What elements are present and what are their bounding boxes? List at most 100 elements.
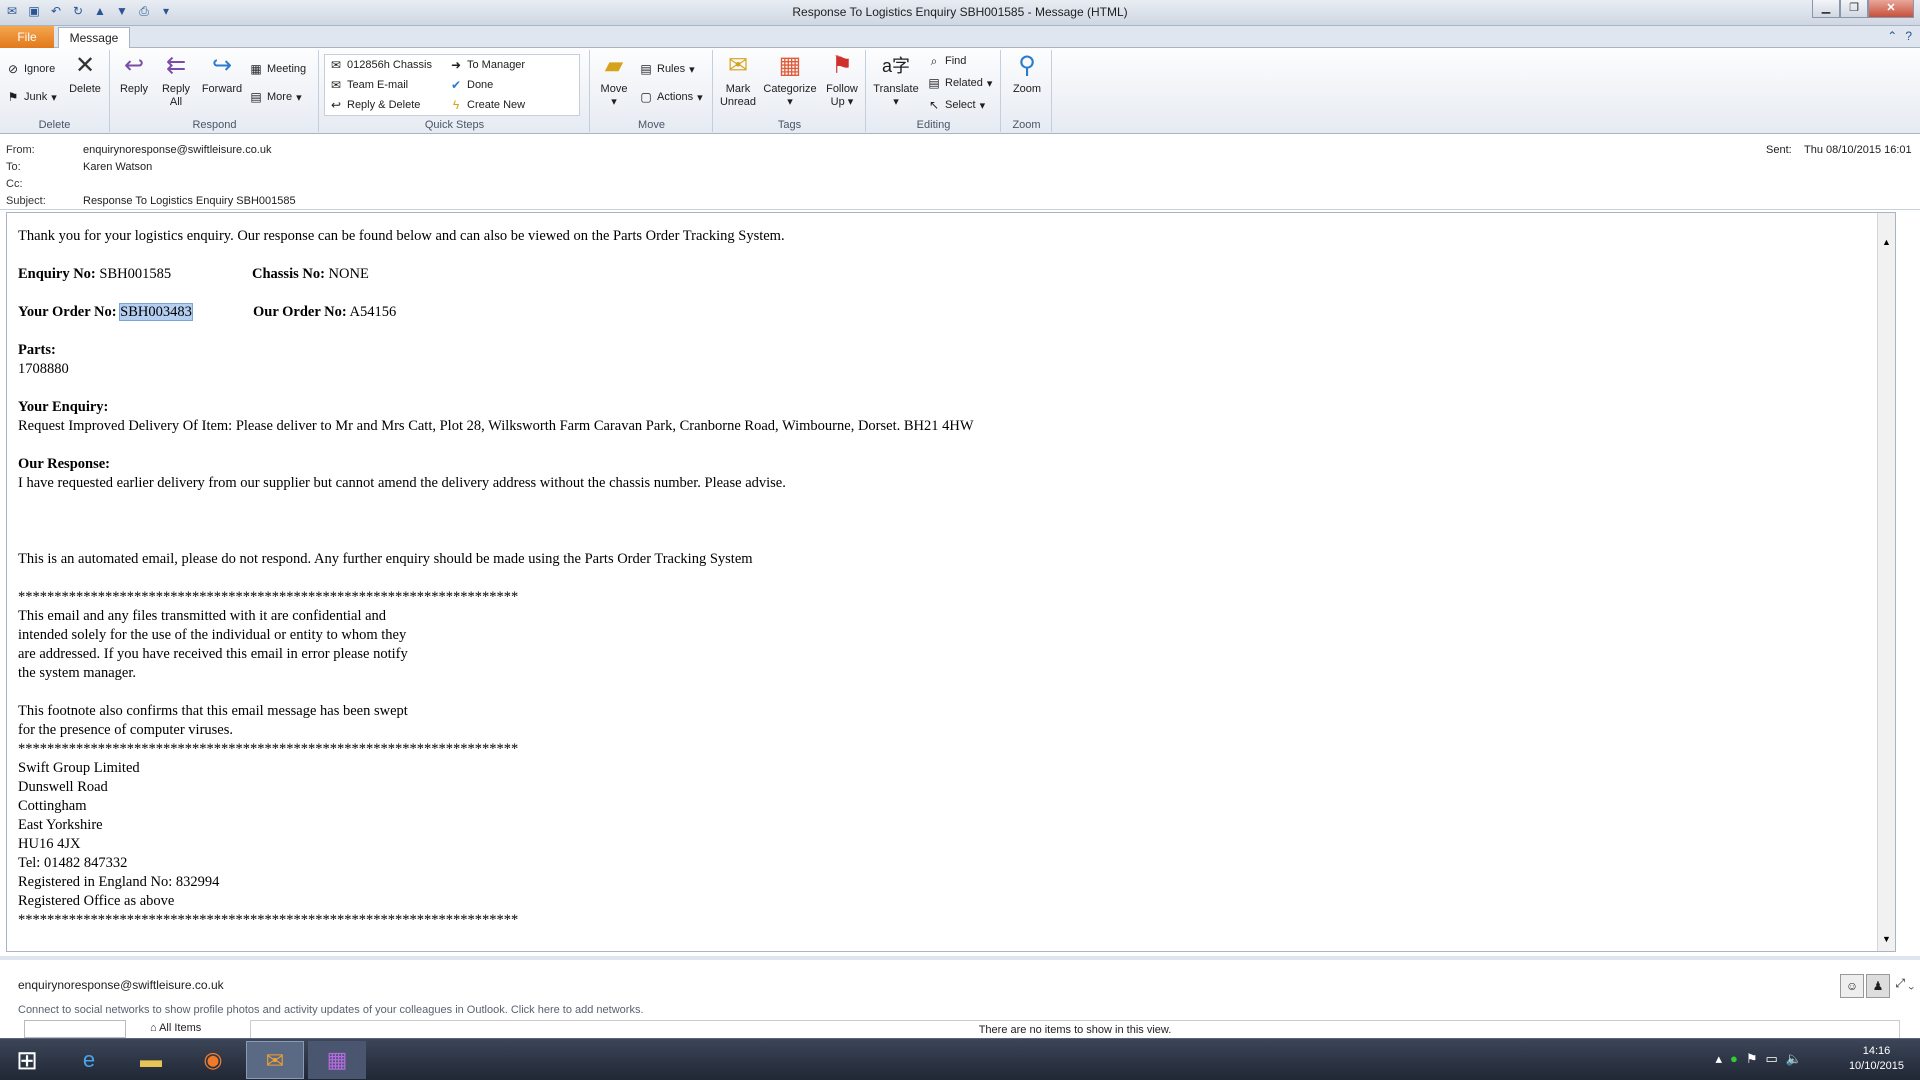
delete-button[interactable]: ✕ Delete — [64, 52, 106, 96]
scroll-up-icon[interactable]: ▲ — [1878, 233, 1895, 252]
person-icon[interactable]: ♟ — [1866, 974, 1890, 998]
junk-button[interactable]: ⚑ Junk ▾ — [6, 90, 57, 104]
envelope-icon: ✉ — [727, 52, 749, 79]
quickstep-chassis[interactable]: ✉ 012856h Chassis — [329, 58, 432, 72]
zoom-button[interactable]: ⚲ Zoom — [1006, 52, 1048, 96]
related-button[interactable]: ▤ Related ▾ — [927, 76, 992, 90]
check-icon: ✔ — [450, 78, 462, 92]
minimize-button[interactable]: ▁ — [1812, 0, 1840, 18]
chassis-number: NONE — [328, 266, 369, 282]
follow-up-button[interactable]: ⚑ Follow Up ▾ — [822, 52, 862, 109]
automated-notice: This is an automated email, please do no… — [18, 551, 753, 567]
firefox-icon[interactable]: ◉ — [184, 1041, 242, 1079]
group-label-editing: Editing — [916, 119, 951, 131]
start-button[interactable]: ⊞ — [0, 1041, 54, 1079]
rules-icon: ▤ — [640, 62, 652, 76]
our-response-block: Our Response: I have requested earlier de… — [18, 456, 786, 491]
group-tags: ✉ Mark Unread ▦ Categorize ▾ ⚑ Follow Up ▾ Tag… — [714, 50, 866, 132]
our-order-number: A54156 — [349, 304, 397, 320]
reply-delete-icon: ↩ — [330, 98, 342, 112]
forward-icon: ↪ — [211, 52, 233, 79]
expand-icon[interactable]: ⤢ ⌄ — [1895, 976, 1914, 991]
explorer-icon[interactable]: ▬ — [122, 1041, 180, 1079]
quickstep-team-email[interactable]: ✉ Team E-mail — [329, 78, 408, 92]
people-pane-email[interactable]: enquirynoresponse@swiftleisure.co.uk — [18, 978, 224, 992]
quickstep-create-new[interactable]: ϟ Create New — [449, 98, 525, 112]
select-button[interactable]: ↖ Select ▾ — [927, 98, 985, 112]
taskbar: ⊞ e ▬ ◉ ✉ ▦ ▴●⚑▭🔈 14:16 10/10/2015 — [0, 1038, 1920, 1080]
rules-button[interactable]: ▤ Rules ▾ — [639, 62, 694, 76]
vertical-scrollbar[interactable]: ▲ ▼ — [1877, 213, 1895, 951]
window-controls: ▁ ❐ ✕ — [1812, 0, 1914, 18]
to-manager-icon: ➜ — [450, 58, 462, 72]
categorize-button[interactable]: ▦ Categorize ▾ — [762, 52, 818, 109]
window-title: Response To Logistics Enquiry SBH001585 … — [792, 5, 1128, 19]
minimize-ribbon-icon[interactable]: ⌃ — [1887, 29, 1897, 43]
divider-stars: ****************************************… — [18, 589, 519, 605]
close-button[interactable]: ✕ — [1868, 0, 1914, 18]
calendar-icon: ▦ — [250, 62, 262, 76]
divider-stars: ****************************************… — [18, 741, 519, 757]
app-taskbar-icon[interactable]: ▦ — [308, 1041, 366, 1079]
junk-icon: ⚑ — [7, 90, 19, 104]
subject-value: Response To Logistics Enquiry SBH001585 — [83, 195, 296, 207]
actions-button[interactable]: ▢ Actions ▾ — [639, 90, 702, 104]
quickstep-icon: ✉ — [330, 58, 342, 72]
cc-row: Cc: — [6, 178, 23, 190]
system-tray[interactable]: ▴●⚑▭🔈 — [1715, 1051, 1810, 1067]
tab-message[interactable]: Message — [58, 27, 130, 49]
clock[interactable]: 14:16 10/10/2015 — [1849, 1044, 1904, 1074]
translate-icon: a字 — [882, 56, 911, 76]
group-label-delete: Delete — [38, 119, 71, 131]
quickstep-reply-delete[interactable]: ↩ Reply & Delete — [329, 98, 420, 112]
find-button[interactable]: ⌕ Find — [927, 54, 967, 68]
from-value[interactable]: enquirynoresponse@swiftleisure.co.uk — [83, 144, 271, 156]
reply-all-button[interactable]: ⇇ Reply All — [157, 52, 195, 109]
group-respond: ↩ Reply ⇇ Reply All ↪ Forward ▦ Meeting ▤ More… — [111, 50, 319, 132]
reply-all-icon: ⇇ — [165, 52, 187, 79]
delete-icon: ✕ — [74, 52, 96, 79]
ignore-button[interactable]: ⊘ Ignore — [6, 62, 55, 76]
magnifier-icon: ⚲ — [1018, 52, 1036, 79]
group-move: ▰ Move ▾ ▤ Rules ▾ ▢ Actions ▾ Move — [591, 50, 713, 132]
ie-icon[interactable]: e — [60, 1041, 118, 1079]
cursor-icon: ↖ — [928, 98, 940, 112]
help-icon[interactable]: ? — [1905, 29, 1912, 43]
lightning-icon: ϟ — [452, 98, 460, 112]
translate-button[interactable]: a字 Translate ▾ — [871, 52, 921, 109]
quickstep-done[interactable]: ✔ Done — [449, 78, 493, 92]
mark-unread-button[interactable]: ✉ Mark Unread — [718, 52, 758, 109]
maximize-button[interactable]: ❐ — [1840, 0, 1868, 18]
group-quick-steps: ✉ 012856h Chassis ➜ To Manager ✉ Team E-mai… — [320, 50, 590, 132]
status-icon: ● — [1730, 1051, 1746, 1066]
to-value[interactable]: Karen Watson — [83, 161, 152, 173]
quickstep-to-manager[interactable]: ➜ To Manager — [449, 58, 525, 72]
subject-row: Subject: Response To Logistics Enquiry SB… — [6, 195, 296, 207]
scroll-down-icon[interactable]: ▼ — [1878, 930, 1895, 949]
parts-block: Parts: 1708880 — [18, 342, 69, 377]
forward-button[interactable]: ↪ Forward — [200, 52, 244, 96]
reply-button[interactable]: ↩ Reply — [117, 52, 151, 96]
company-address: Swift Group Limited Dunswell Road Cottin… — [18, 760, 220, 909]
your-enquiry-block: Your Enquiry: Request Improved Delivery O… — [18, 399, 974, 434]
outlook-taskbar-icon[interactable]: ✉ — [246, 1041, 304, 1079]
all-items-tab[interactable]: ⌂ All Items — [150, 1022, 201, 1034]
message-body[interactable]: Thank you for your logistics enquiry. Ou… — [6, 212, 1896, 952]
parts-value: 1708880 — [18, 361, 69, 377]
avatar-icon[interactable]: ☺ — [1840, 974, 1864, 998]
more-respond-button[interactable]: ▤ More ▾ — [249, 90, 301, 104]
no-items-message: There are no items to show in this view. — [250, 1020, 1900, 1040]
title-bar: ✉ ▣ ↶ ↻ ▲ ▼ ⎙ ▾ Response To Logistics En… — [0, 0, 1920, 26]
related-icon: ▤ — [928, 76, 940, 90]
your-order-number[interactable]: SBH003483 — [119, 303, 193, 321]
group-zoom: ⚲ Zoom Zoom — [1002, 50, 1052, 132]
meeting-button[interactable]: ▦ Meeting — [249, 62, 306, 76]
people-pane: enquirynoresponse@swiftleisure.co.uk Con… — [0, 956, 1920, 1040]
quick-steps-gallery: ✉ 012856h Chassis ➜ To Manager ✉ Team E-mai… — [324, 54, 580, 116]
social-connect-link[interactable]: Connect to social networks to show profi… — [18, 1004, 644, 1016]
message-header: From: enquirynoresponse@swiftleisure.co.u… — [0, 136, 1920, 210]
tab-file[interactable]: File — [0, 26, 54, 48]
enquiry-line: Enquiry No: SBH001585 Chassis No: NONE — [18, 266, 369, 282]
move-button[interactable]: ▰ Move ▾ — [595, 52, 633, 109]
ribbon-tabs: File Message ⌃ ? — [0, 26, 1920, 49]
